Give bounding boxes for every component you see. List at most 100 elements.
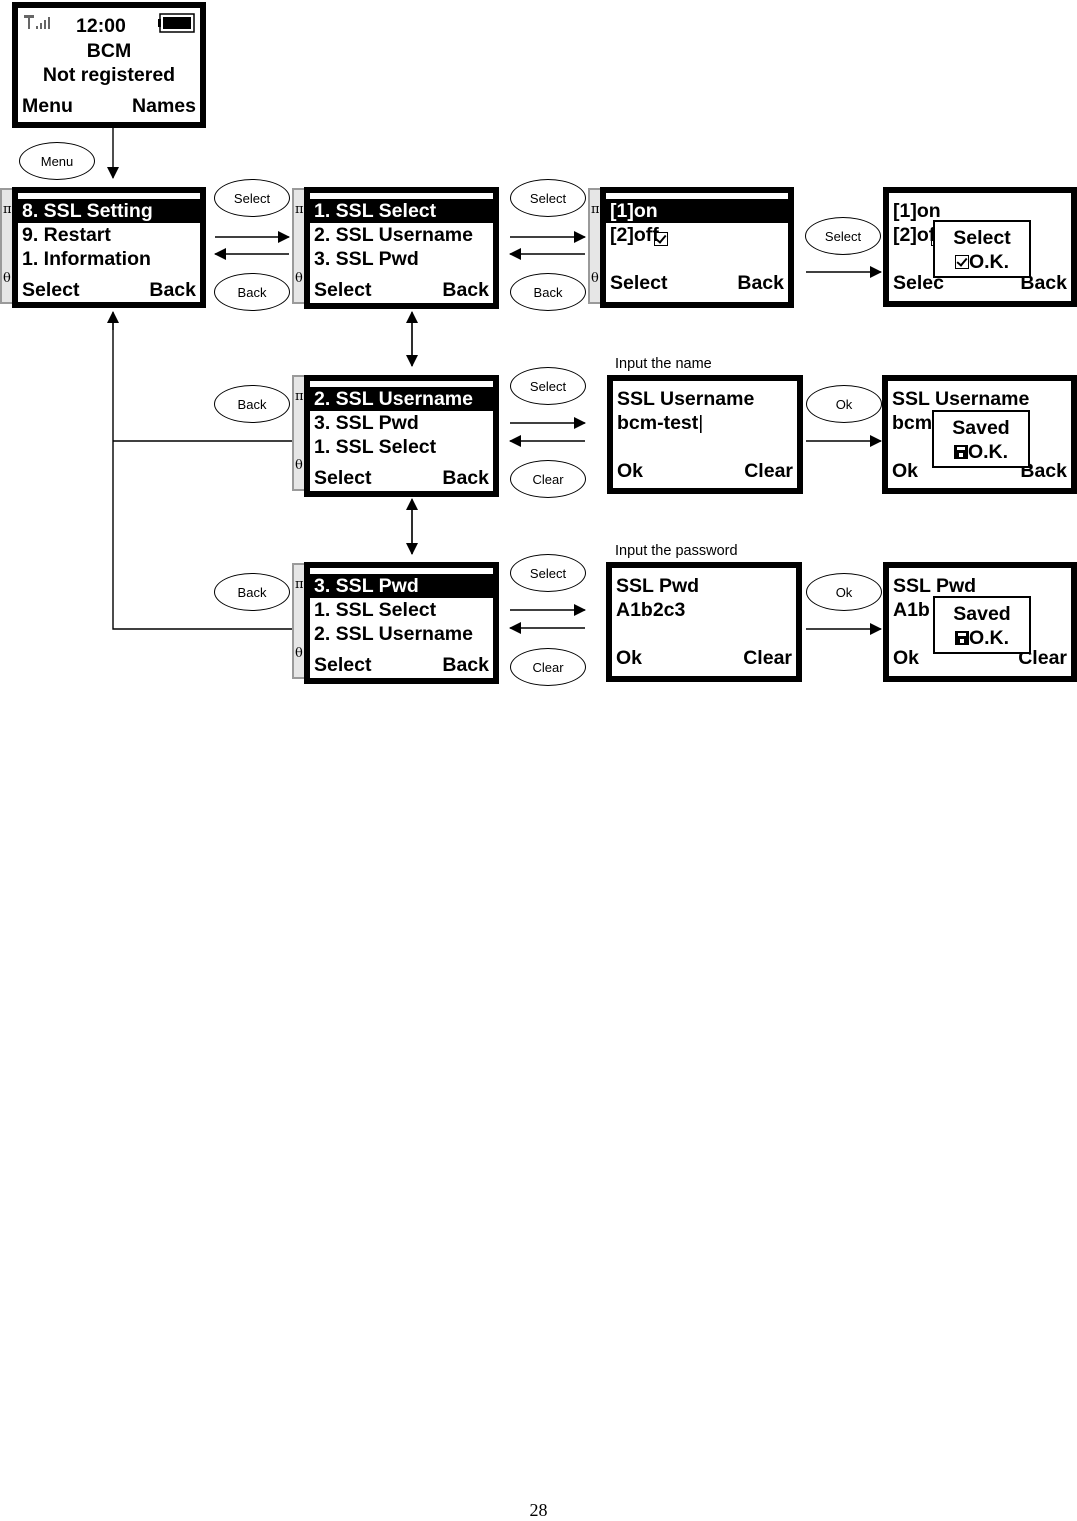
- battery-full-icon: [158, 13, 196, 39]
- softkeys: Menu Names: [18, 94, 200, 118]
- popup-ok[interactable]: O.K.: [969, 251, 1009, 273]
- menu-item-selected[interactable]: 3. SSL Pwd: [310, 574, 493, 598]
- floppy-disk-icon: [953, 445, 968, 459]
- softkey-select[interactable]: Select: [314, 653, 371, 677]
- softkey-ok: Ok: [893, 647, 920, 669]
- menu-item[interactable]: 1. SSL Select: [310, 598, 493, 622]
- menu-item-selected[interactable]: 2. SSL Username: [310, 387, 493, 411]
- key-select[interactable]: Select: [805, 217, 881, 255]
- scroll-up-icon: π: [295, 202, 304, 217]
- ssl-menu-username-screen: 2. SSL Username 3. SSL Pwd 1. SSL Select…: [304, 375, 499, 497]
- signal-bars-icon: [24, 12, 64, 29]
- popup-ok[interactable]: O.K.: [968, 441, 1008, 463]
- menu-item[interactable]: 3. SSL Pwd: [310, 411, 493, 435]
- softkey-menu[interactable]: Menu: [22, 94, 73, 118]
- menu-item[interactable]: 9. Restart: [18, 223, 200, 247]
- scroll-down-icon: θ: [591, 271, 599, 286]
- key-select[interactable]: Select: [510, 367, 586, 405]
- saved-popup: Saved O.K.: [932, 410, 1030, 468]
- pwd-saved-screen: SSL Pwd A1b Ok Clear Saved O.K.: [883, 562, 1077, 682]
- menu-item[interactable]: 2. SSL Username: [310, 223, 493, 247]
- softkey-select[interactable]: Select: [610, 271, 667, 295]
- popup-title: Saved: [952, 417, 1010, 439]
- softkey-ok[interactable]: Ok: [616, 646, 642, 670]
- username-caption: Input the name: [615, 356, 712, 372]
- menu-item-selected[interactable]: 8. SSL Setting: [18, 199, 200, 223]
- key-clear[interactable]: Clear: [510, 460, 586, 498]
- softkey-clear[interactable]: Clear: [744, 459, 793, 483]
- input-value: bcm-test: [617, 412, 699, 434]
- checkbox-checked-icon: [954, 255, 969, 269]
- scroll-up-icon: π: [295, 577, 304, 592]
- screen-title: SSL Pwd: [893, 575, 977, 597]
- menu-screen: 8. SSL Setting 9. Restart 1. Information…: [12, 187, 206, 308]
- password-caption: Input the password: [615, 543, 738, 559]
- pwd-input-screen: SSL Pwd A1b2c3 Ok Clear: [606, 562, 802, 682]
- scroll-up-icon: π: [3, 202, 12, 217]
- idle-screen: 12:00 BCM Not registered Menu Names: [12, 2, 206, 128]
- menu-item[interactable]: 2. SSL Username: [310, 622, 493, 646]
- ssl-menu-pwd-screen: 3. SSL Pwd 1. SSL Select 2. SSL Username…: [304, 562, 499, 684]
- softkey-back[interactable]: Back: [442, 466, 489, 490]
- key-back[interactable]: Back: [214, 573, 290, 611]
- ssl-select-screen: [1]on [2]off Select Back: [600, 187, 794, 308]
- menu-item[interactable]: 3. SSL Pwd: [310, 247, 493, 271]
- option-label: [2]of: [893, 224, 936, 246]
- menu-item-selected[interactable]: 1. SSL Select: [310, 199, 493, 223]
- softkey-back[interactable]: Back: [737, 271, 784, 295]
- scroll-down-icon: θ: [295, 271, 303, 286]
- scroll-up-icon: π: [295, 389, 304, 404]
- key-clear[interactable]: Clear: [510, 648, 586, 686]
- scroll-down-icon: θ: [295, 646, 303, 661]
- popup-ok-line: O.K.: [935, 626, 1029, 650]
- softkey-select[interactable]: Select: [22, 278, 79, 302]
- floppy-disk-icon: [954, 631, 969, 645]
- softkey-select[interactable]: Select: [314, 466, 371, 490]
- key-ok[interactable]: Ok: [806, 573, 882, 611]
- text-cursor: |: [698, 412, 704, 434]
- screen-title: SSL Username: [617, 388, 755, 410]
- option-label: [2]off: [610, 224, 659, 246]
- page-number: 28: [529, 1500, 548, 1520]
- checkbox-checked-icon: [654, 232, 669, 246]
- popup-ok-line: O.K.: [934, 440, 1028, 464]
- username-input-screen: SSL Username bcm-test| Ok Clear: [607, 375, 803, 494]
- softkey-ok[interactable]: Ok: [617, 459, 643, 483]
- softkey-names[interactable]: Names: [132, 94, 196, 118]
- key-ok[interactable]: Ok: [806, 385, 882, 423]
- softkey-back[interactable]: Back: [442, 278, 489, 302]
- screen-title: SSL Username: [892, 388, 1030, 410]
- menu-item[interactable]: 1. SSL Select: [310, 435, 493, 459]
- softkey-back[interactable]: Back: [442, 653, 489, 677]
- confirm-popup: Select O.K.: [933, 220, 1031, 278]
- option-off[interactable]: [2]off: [606, 223, 788, 247]
- key-back[interactable]: Back: [510, 273, 586, 311]
- clock-time: 12:00: [76, 15, 126, 37]
- password-input[interactable]: A1b2c3: [612, 598, 796, 622]
- key-menu[interactable]: Menu: [19, 142, 95, 180]
- menu-item[interactable]: 1. Information: [18, 247, 200, 271]
- scroll-down-icon: θ: [295, 458, 303, 473]
- key-select[interactable]: Select: [214, 179, 290, 217]
- username-saved-screen: SSL Username bcm Ok Back Saved O.K.: [882, 375, 1077, 494]
- key-back[interactable]: Back: [214, 385, 290, 423]
- popup-title: Select: [953, 227, 1011, 249]
- softkey-select[interactable]: Select: [314, 278, 371, 302]
- registration-status: Not registered: [42, 64, 176, 86]
- key-back[interactable]: Back: [214, 273, 290, 311]
- popup-ok[interactable]: O.K.: [969, 627, 1009, 649]
- popup-title: Saved: [953, 603, 1011, 625]
- softkey-ok: Ok: [892, 460, 919, 482]
- username-input[interactable]: bcm-test|: [613, 411, 797, 435]
- ssl-select-confirm-screen: [1]on [2]of Selec Back Select O.K.: [883, 187, 1077, 307]
- option-on[interactable]: [1]on: [606, 199, 788, 223]
- operator-name: BCM: [86, 40, 132, 62]
- scroll-up-icon: π: [591, 202, 600, 217]
- key-select[interactable]: Select: [510, 179, 586, 217]
- key-select[interactable]: Select: [510, 554, 586, 592]
- screen-title: SSL Pwd: [616, 575, 700, 597]
- softkey-clear[interactable]: Clear: [743, 646, 792, 670]
- ssl-menu-select-screen: 1. SSL Select 2. SSL Username 3. SSL Pwd…: [304, 187, 499, 309]
- popup-ok-line: O.K.: [935, 250, 1029, 274]
- softkey-back[interactable]: Back: [149, 278, 196, 302]
